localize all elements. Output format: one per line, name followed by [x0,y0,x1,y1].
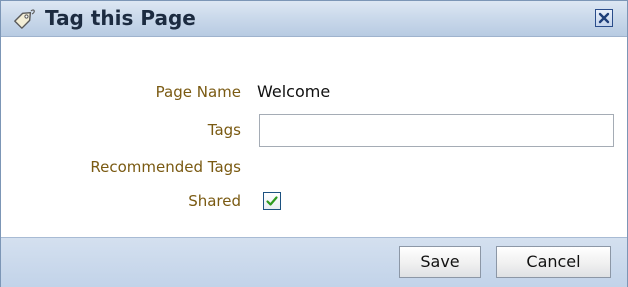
dialog-footer: Save Cancel [1,237,627,287]
cancel-button[interactable]: Cancel [496,246,611,278]
close-button[interactable] [595,9,613,27]
recommended-tags-label: Recommended Tags [90,158,241,176]
shared-label: Shared [188,192,241,210]
tags-input[interactable] [259,114,614,147]
dialog-titlebar: Tag this Page [1,1,627,37]
page-name-label: Page Name [155,83,241,101]
dialog-title: Tag this Page [45,6,196,30]
page-name-value: Welcome [257,82,331,101]
tag-page-dialog: Tag this Page Page Name Welcome Tags Rec… [0,0,628,287]
shared-checkbox[interactable] [263,192,281,210]
tag-icon [11,6,37,32]
tags-label: Tags [207,121,241,139]
save-button[interactable]: Save [399,246,481,278]
